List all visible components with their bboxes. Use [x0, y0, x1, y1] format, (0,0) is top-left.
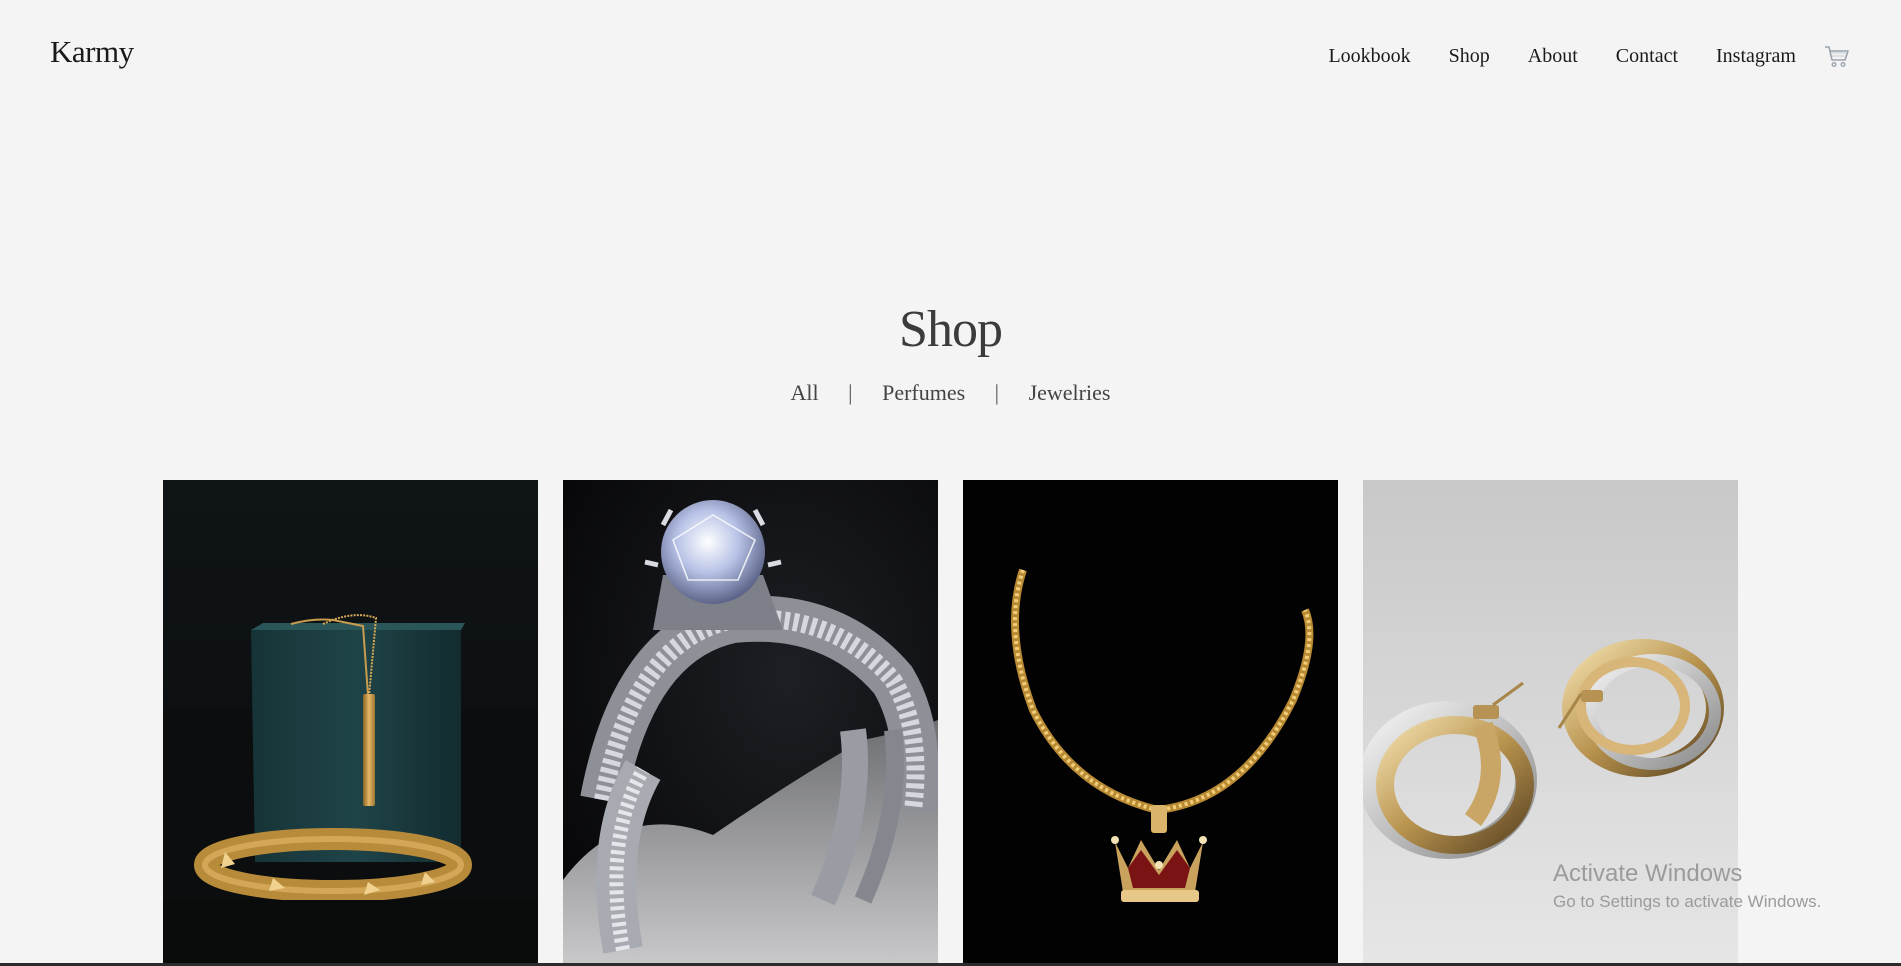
- gold-hoop-earrings-photo: [1363, 480, 1738, 966]
- site-header: Karmy Lookbook Shop About Contact Instag…: [0, 0, 1901, 112]
- diamond-ring-photo: [563, 480, 938, 966]
- gold-chain-crown-pendant-photo: [963, 480, 1338, 966]
- filter-separator: |: [848, 380, 853, 405]
- nav-item-about[interactable]: About: [1528, 42, 1578, 70]
- nav-item-contact[interactable]: Contact: [1616, 42, 1678, 70]
- page-title: Shop: [899, 301, 1003, 358]
- filter-separator: |: [994, 380, 1000, 405]
- filter-jewelries[interactable]: Jewelries: [1025, 378, 1115, 408]
- nav-item-shop[interactable]: Shop: [1449, 42, 1490, 70]
- main-nav: Lookbook Shop About Contact Instagram: [1328, 42, 1796, 70]
- product-card[interactable]: [163, 480, 538, 966]
- product-card[interactable]: [963, 480, 1338, 966]
- cart-button[interactable]: [1823, 42, 1851, 70]
- nav-item-instagram[interactable]: Instagram: [1716, 42, 1796, 70]
- product-grid: [163, 480, 1739, 966]
- gold-bar-necklace-and-bracelet-photo: [163, 480, 538, 966]
- product-card[interactable]: [1363, 480, 1738, 966]
- category-filters: All | Perfumes | Jewelries: [0, 378, 1901, 408]
- nav-item-lookbook[interactable]: Lookbook: [1328, 42, 1410, 70]
- brand-logo[interactable]: Karmy: [50, 34, 134, 70]
- filter-perfumes[interactable]: Perfumes: [878, 378, 969, 408]
- cart-icon: [1825, 46, 1849, 68]
- product-card[interactable]: [563, 480, 938, 966]
- filter-all[interactable]: All: [787, 378, 823, 408]
